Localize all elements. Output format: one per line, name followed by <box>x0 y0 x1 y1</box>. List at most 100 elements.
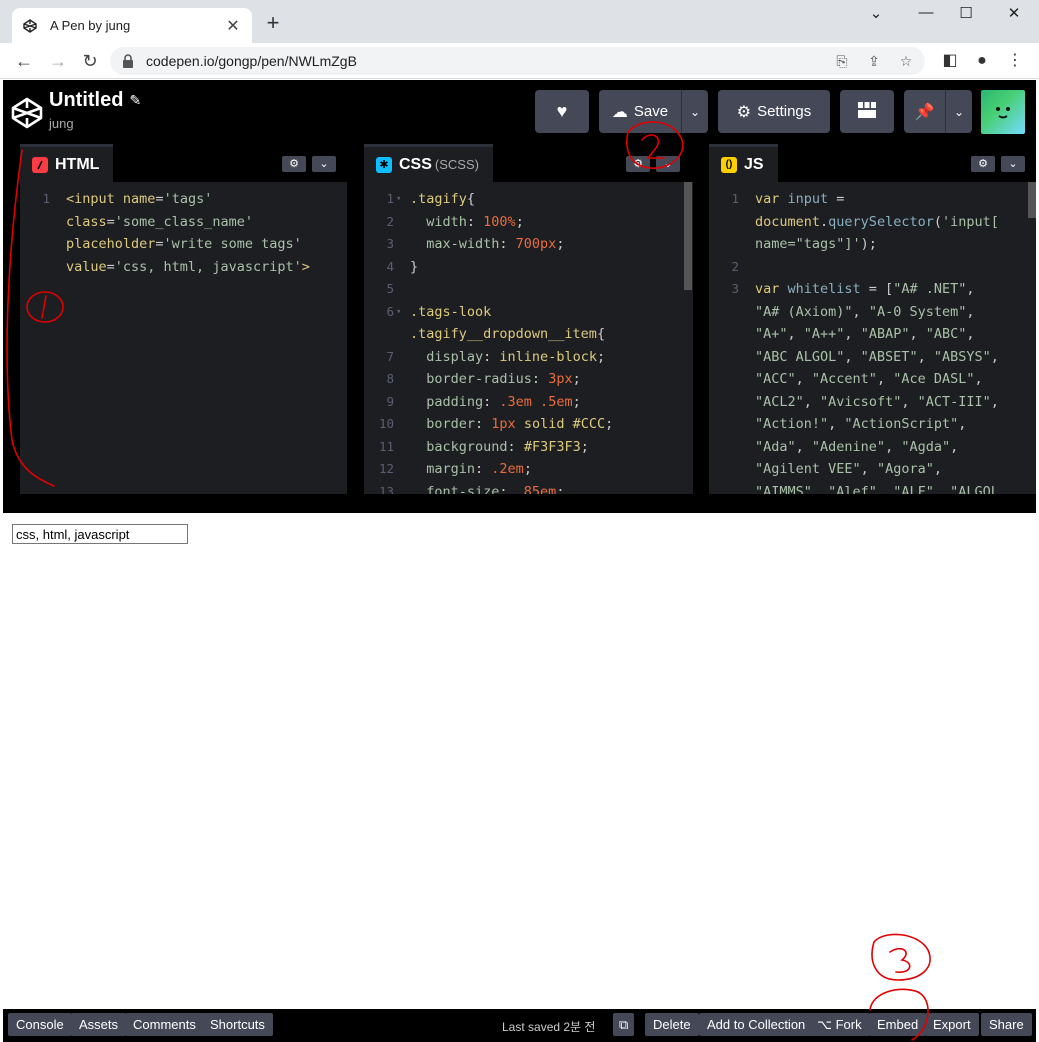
js-scrollbar[interactable] <box>1028 182 1036 218</box>
code-token: : <box>499 483 516 495</box>
profile-icon[interactable]: ● <box>970 49 994 73</box>
code-text: background: #F3F3F3; <box>410 436 589 459</box>
code-line: "A# (Axiom)", "A-0 System", <box>709 301 1036 324</box>
code-token: "ABAP" <box>860 326 910 342</box>
code-text: "Action!", "ActionScript", <box>755 413 966 436</box>
edit-pencil-icon[interactable]: ✎ <box>129 92 141 109</box>
code-token: <input <box>66 191 123 207</box>
code-token: .2em <box>491 461 524 477</box>
line-number: 9 <box>386 393 394 409</box>
css-settings-gear-icon[interactable]: ⚙ <box>626 156 650 172</box>
code-line: 10 border: 1px solid #CCC; <box>364 413 693 436</box>
css-preprocessor-label: (SCSS) <box>434 157 479 172</box>
code-token: 'css, html, javascript' <box>114 258 302 275</box>
line-number: 3 <box>386 236 394 251</box>
pin-button[interactable]: 📌 <box>904 90 945 133</box>
code-token: , <box>909 326 926 342</box>
js-editor-tab[interactable]: () JS <box>709 144 778 182</box>
love-button[interactable]: ♥ <box>535 90 589 133</box>
delete-button[interactable]: Delete <box>645 1013 699 1036</box>
code-token: max-width <box>410 236 500 252</box>
side-panel-icon[interactable]: ◧ <box>938 49 962 73</box>
html-collapse-chevron-icon[interactable]: ⌄ <box>312 156 336 172</box>
html-code-area[interactable]: 1 <input name='tags' class='some_class_nam… <box>20 182 347 494</box>
css-code-area[interactable]: 1 ▾ .tagify{2 width: 100%; 3 max-width: 700… <box>364 182 693 494</box>
js-editor-label: JS <box>744 155 764 173</box>
css-editor[interactable]: ✱ CSS (SCSS) ⚙ ⌄ 1 ▾ .tagify{2 width: 100%… <box>364 144 693 494</box>
back-icon[interactable]: ← <box>12 49 36 73</box>
add-to-collection-button[interactable]: Add to Collection <box>699 1013 814 1036</box>
line-number <box>20 233 66 256</box>
code-token: , <box>933 461 942 477</box>
code-token: "A-0 System" <box>868 303 967 320</box>
save-dropdown-button[interactable]: ⌄ <box>681 90 708 133</box>
tags-input[interactable] <box>12 524 188 544</box>
js-editor-header: () JS ⚙ ⌄ <box>709 144 1036 182</box>
fork-button[interactable]: ⌥ Fork <box>809 1013 870 1036</box>
line-number <box>709 458 755 481</box>
code-token: class <box>66 213 107 230</box>
code-token: 100% <box>483 213 516 230</box>
export-button[interactable]: Export <box>925 1013 979 1036</box>
maximize-icon[interactable]: ☐ <box>956 4 976 22</box>
line-number <box>709 413 755 436</box>
js-settings-gear-icon[interactable]: ⚙ <box>971 156 995 172</box>
code-token: ; <box>572 371 581 387</box>
change-view-button[interactable] <box>840 90 894 133</box>
code-line: 11 background: #F3F3F3; <box>364 436 693 459</box>
html-editor-tab[interactable]: HTML <box>20 144 114 182</box>
close-window-icon[interactable]: ✕ <box>1004 4 1024 22</box>
share-page-icon[interactable]: ⇪ <box>863 50 885 72</box>
address-bar[interactable]: codepen.io/gongp/pen/NWLmZgB ⎘ ⇪ ☆ <box>110 47 925 75</box>
code-line: 4} <box>364 256 693 279</box>
pin-dropdown-button[interactable]: ⌄ <box>945 90 972 133</box>
open-external-button[interactable]: ⧉ <box>613 1013 635 1036</box>
tab-search-icon[interactable]: ⌄ <box>866 4 886 22</box>
line-number <box>709 211 755 234</box>
share-button[interactable]: Share <box>981 1013 1032 1036</box>
line-number: 10 <box>378 416 394 431</box>
codepen-header: Untitled ✎ jung ♥ ☁ Save ⌄ ⚙ Settings 📌 … <box>3 80 1036 144</box>
bookmark-star-icon[interactable]: ☆ <box>895 50 917 72</box>
new-tab-icon[interactable]: + <box>262 12 284 34</box>
js-editor[interactable]: () JS ⚙ ⌄ 1 var input = document.querySele… <box>709 144 1036 494</box>
shortcuts-button[interactable]: Shortcuts <box>202 1013 273 1036</box>
comments-button[interactable]: Comments <box>125 1013 204 1036</box>
settings-label: Settings <box>757 103 812 120</box>
code-token: border-radius <box>410 371 532 387</box>
browser-tab[interactable]: A Pen by jung ✕ <box>12 8 252 43</box>
minimize-icon[interactable]: — <box>916 4 936 21</box>
js-code-area[interactable]: 1 var input = document.querySelector('inpu… <box>709 182 1036 494</box>
forward-icon[interactable]: → <box>46 49 70 73</box>
pen-title[interactable]: Untitled ✎ <box>49 89 141 112</box>
line-number: 8 <box>386 371 394 386</box>
code-line: document.querySelector('input[ <box>709 211 1036 234</box>
code-line: "A+", "A++", "ABAP", "ABC", <box>709 323 1036 346</box>
save-button[interactable]: ☁ Save <box>599 90 681 133</box>
css-scrollbar[interactable] <box>684 182 692 290</box>
code-text: name="tags"]'); <box>755 233 877 256</box>
user-avatar[interactable] <box>981 90 1025 134</box>
settings-button[interactable]: ⚙ Settings <box>718 90 830 133</box>
embed-button[interactable]: Embed <box>869 1013 927 1036</box>
css-editor-tab[interactable]: ✱ CSS (SCSS) <box>364 144 493 182</box>
translate-icon[interactable]: ⎘ <box>831 50 853 72</box>
code-token: "AIMMS" <box>755 483 812 495</box>
code-line: .tagify__dropdown__item{ <box>364 323 693 346</box>
close-tab-icon[interactable]: ✕ <box>224 16 242 36</box>
resize-gutter[interactable] <box>3 494 1036 513</box>
css-collapse-chevron-icon[interactable]: ⌄ <box>656 156 680 172</box>
console-button[interactable]: Console <box>8 1013 72 1036</box>
code-token: ); <box>860 236 877 252</box>
code-token: inline-block <box>499 348 597 365</box>
html-editor[interactable]: HTML ⚙ ⌄ 1 <input name='tags' class='some_… <box>20 144 347 494</box>
assets-button[interactable]: Assets <box>71 1013 127 1036</box>
codepen-logo-icon[interactable] <box>11 97 43 129</box>
js-collapse-chevron-icon[interactable]: ⌄ <box>1001 156 1025 172</box>
html-settings-gear-icon[interactable]: ⚙ <box>282 156 306 172</box>
code-token: : <box>475 461 492 477</box>
code-token: } <box>410 258 419 275</box>
browser-menu-icon[interactable]: ⋮ <box>1003 49 1027 73</box>
reload-icon[interactable]: ↻ <box>78 49 102 73</box>
pen-author[interactable]: jung <box>49 116 74 131</box>
